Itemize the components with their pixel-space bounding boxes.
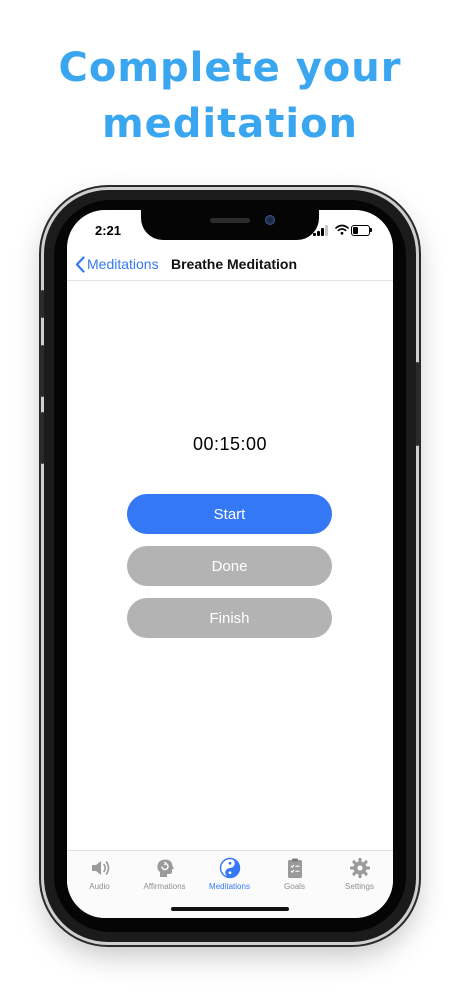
yin-yang-icon	[219, 857, 240, 879]
promo-headline: Complete your meditation	[0, 40, 460, 152]
battery-icon	[351, 225, 370, 236]
tab-affirmations[interactable]: Affirmations	[132, 857, 197, 897]
finish-button[interactable]: Finish	[127, 598, 332, 638]
done-button[interactable]: Done	[127, 546, 332, 586]
gear-icon	[349, 858, 370, 878]
phone-side-switch	[41, 290, 44, 318]
home-indicator	[171, 907, 289, 911]
tab-label: Settings	[345, 882, 374, 891]
clipboard-icon	[287, 858, 302, 878]
promo-headline-line2: meditation	[101, 101, 359, 147]
tab-audio[interactable]: Audio	[67, 857, 132, 897]
phone-screen: 2:21 Meditations Breathe Meditation 00:1…	[67, 210, 393, 918]
tab-label: Audio	[89, 882, 110, 891]
back-button-label: Meditations	[87, 256, 159, 272]
speaker-icon	[91, 861, 109, 875]
phone-volume-down	[41, 412, 44, 464]
start-button[interactable]: Start	[127, 494, 332, 534]
battery-cap	[370, 228, 372, 232]
tab-meditations[interactable]: Meditations	[197, 857, 262, 897]
front-camera	[265, 215, 275, 225]
promo-headline-line1: Complete your	[58, 45, 402, 91]
navigation-bar: Meditations Breathe Meditation	[67, 248, 393, 281]
tab-goals[interactable]: Goals	[262, 857, 327, 897]
status-time: 2:21	[95, 223, 122, 238]
tab-label: Meditations	[209, 882, 250, 891]
tab-label: Goals	[284, 882, 305, 891]
phone-power-button	[416, 362, 419, 446]
phone-volume-up	[41, 345, 44, 397]
wifi-icon	[335, 224, 349, 235]
notch	[141, 210, 319, 240]
tab-label: Affirmations	[143, 882, 186, 891]
earpiece-speaker	[210, 218, 250, 223]
status-icons	[313, 224, 373, 236]
back-button[interactable]: Meditations	[75, 253, 159, 275]
page-title: Breathe Meditation	[171, 256, 298, 272]
timer-display: 00:15:00	[192, 434, 268, 454]
head-refresh-icon	[156, 859, 174, 877]
chevron-left-icon	[75, 255, 85, 273]
tab-settings[interactable]: Settings	[327, 857, 392, 897]
